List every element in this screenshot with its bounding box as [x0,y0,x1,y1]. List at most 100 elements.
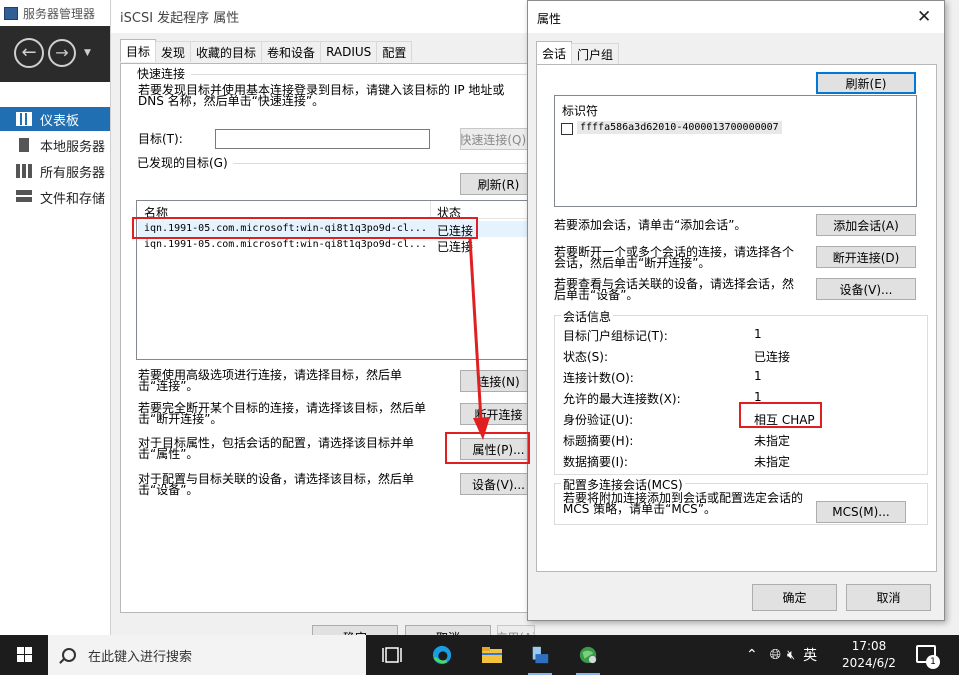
task-view-icon [382,647,402,663]
dashboard-icon [16,112,32,126]
session-identifier[interactable]: ffffa586a3d62010-4000013700000007 [577,121,782,134]
chevron-down-icon[interactable]: ▼ [84,48,91,58]
file-explorer-button[interactable] [468,635,516,675]
discovered-targets-group-label: 已发现的目标(G) [137,156,228,170]
mcs-instructions: 若要将附加连接添加到会话或配置选定会话的 MCS 策略，请单击“MCS”。 [563,491,804,516]
tab-discovery[interactable]: 发现 [155,41,192,62]
info-value: 未指定 [754,434,791,448]
info-label: 状态(S): [563,350,609,364]
iscsi-tabs: 目标 发现 收藏的目标 卷和设备 RADIUS 配置 [120,39,413,63]
tab-sessions[interactable]: 会话 [536,41,573,64]
file-storage-icon [16,190,32,204]
edge-browser-button[interactable] [418,635,466,675]
info-label: 连接计数(O): [563,371,634,385]
info-label: 身份验证(U): [563,413,634,427]
cancel-button[interactable]: 取消 [846,584,931,611]
iscsi-taskbar-button[interactable] [564,635,612,675]
folder-icon [482,647,502,663]
chevron-up-icon[interactable]: ⌃ [746,647,758,663]
info-value: 1 [754,327,762,341]
all-servers-icon [16,164,32,178]
speaker-muted-icon[interactable]: 🔇︎ [787,648,795,663]
properties-tabs: 会话 门户组 [536,41,620,65]
tab-volumes-devices[interactable]: 卷和设备 [261,41,322,62]
back-arrow-icon[interactable]: ← [14,38,44,68]
disconnect-session-instructions: 若要断开一个或多个会话的连接，请选择各个会话，然后单击“断开连接”。 [554,245,795,270]
server-manager-sidebar: 仪表板 本地服务器 所有服务器 文件和存储 [0,82,120,635]
tab-radius[interactable]: RADIUS [320,41,378,62]
session-devices-button[interactable]: 设备(V)... [816,278,916,300]
task-view-button[interactable] [368,635,416,675]
refresh-sessions-button[interactable]: 刷新(E) [816,72,916,94]
network-globe-icon[interactable]: 🌐︎ [770,647,781,663]
group-divider [233,163,537,164]
server-manager-icon [532,646,549,664]
sessions-list-header: 标识符 [562,104,599,118]
server-manager-title: 服务器管理器 [23,6,96,21]
add-session-button[interactable]: 添加会话(A) [816,214,916,236]
disconnect-session-button[interactable]: 断开连接(D) [816,246,916,268]
info-label: 数据摘要(I): [563,455,628,469]
connect-instructions: 若要使用高级选项进行连接，请选择目标，然后单击“连接”。 [138,368,403,393]
info-value: 未指定 [754,455,791,469]
server-manager-taskbar-button[interactable] [516,635,564,675]
devices-button[interactable]: 设备(V)... [460,473,537,495]
clock[interactable]: 17:08 2024/6/2 [836,638,902,672]
properties-titlebar: 属性 ✕ [528,1,944,33]
local-server-icon [19,138,29,152]
mcs-button[interactable]: MCS(M)... [816,501,906,523]
info-value: 已连接 [754,350,791,364]
close-icon[interactable]: ✕ [917,7,931,27]
ime-indicator[interactable]: 英 [803,645,817,665]
server-manager-titlebar: 服务器管理器 [0,0,120,26]
globe-icon [579,646,597,664]
info-label: 允许的最大连接数(X): [563,392,681,406]
search-placeholder: 在此键入进行搜索 [88,649,193,665]
iscsi-dialog-titlebar: iSCSI 发起程序 属性 [111,0,536,33]
sessions-list[interactable]: 标识符 ffffa586a3d62010-4000013700000007 [554,95,917,207]
iscsi-dialog-title: iSCSI 发起程序 属性 [120,11,240,26]
info-label: 目标门户组标记(T): [563,329,668,343]
search-icon [62,648,76,662]
devices-instructions: 对于配置与目标关联的设备，请选择该目标，然后单击“设备”。 [138,472,415,497]
forward-arrow-icon[interactable]: → [48,39,76,67]
tab-favorite-targets[interactable]: 收藏的目标 [190,41,263,62]
ok-button[interactable]: 确定 [752,584,837,611]
taskbar: 在此键入进行搜索 ⌃ 🌐︎ 🔇︎ 英 17:08 2024/6/2 1 [0,635,959,675]
sidebar-item-label: 仪表板 [40,113,80,129]
session-devices-instructions: 若要查看与会话关联的设备，请选择会话，然后单击“设备”。 [554,277,795,302]
highlight-authentication [739,402,822,428]
session-info-label: 会话信息 [561,308,614,325]
sidebar-item-dashboard[interactable]: 仪表板 [0,107,120,131]
refresh-button[interactable]: 刷新(R) [460,173,537,195]
highlight-target-row [132,217,478,239]
sidebar-item-file-storage[interactable]: 文件和存储 [0,185,120,209]
target-name: iqn.1991-05.com.microsoft:win-qi8t1q3po9… [144,239,427,250]
session-checkbox[interactable] [561,123,573,135]
target-input[interactable] [215,129,430,149]
quick-connect-button[interactable]: 快速连接(Q)... [460,128,537,150]
quick-connect-group-label: 快速连接 [137,67,186,81]
properties-instructions: 对于目标属性，包括会话的配置，请选择该目标并单击“属性”。 [138,436,415,461]
sidebar-item-label: 文件和存储 [40,191,106,207]
annotation-arrow [468,237,490,440]
sidebar-item-all-servers[interactable]: 所有服务器 [0,159,120,183]
windows-logo-icon [17,655,24,662]
group-divider [191,74,537,75]
tab-portal-groups[interactable]: 门户组 [571,43,620,64]
sidebar-item-label: 所有服务器 [40,165,106,181]
info-value: 1 [754,369,762,383]
system-tray: ⌃ 🌐︎ 🔇︎ 英 [740,635,817,675]
clock-date: 2024/6/2 [842,656,896,670]
taskbar-search[interactable]: 在此键入进行搜索 [48,635,366,675]
target-label: 目标(T): [138,132,183,146]
clock-time: 17:08 [851,639,887,653]
properties-title: 属性 [537,12,562,26]
windows-start-button[interactable] [0,635,48,675]
server-manager-icon [4,6,18,20]
info-label: 标题摘要(H): [563,434,634,448]
sidebar-item-local-server[interactable]: 本地服务器 [0,133,120,157]
edge-icon [432,645,452,665]
tab-configuration[interactable]: 配置 [376,41,413,62]
tab-targets[interactable]: 目标 [120,39,157,62]
